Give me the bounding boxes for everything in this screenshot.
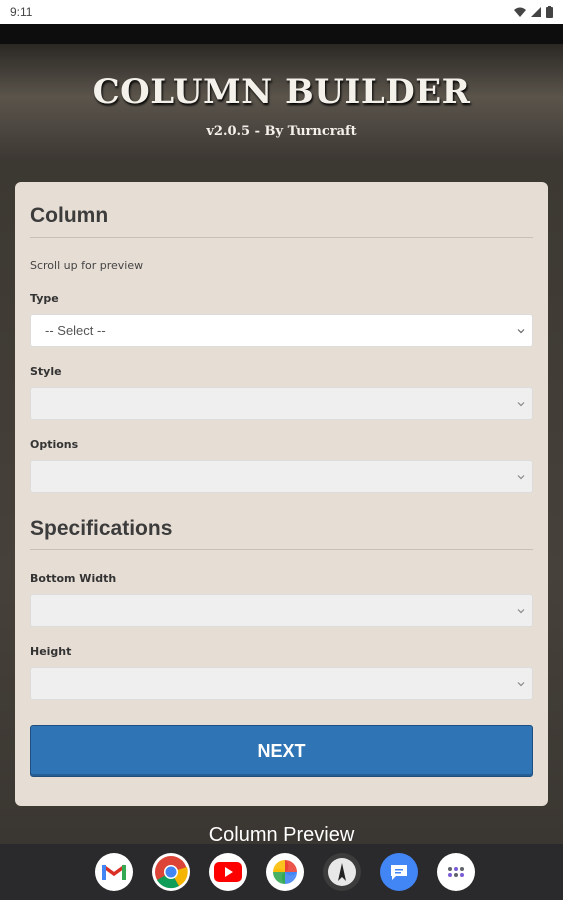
bottom-width-label: Bottom Width: [30, 572, 117, 585]
height-select[interactable]: [30, 667, 533, 700]
signal-icon: [531, 7, 541, 17]
options-select[interactable]: [30, 460, 533, 493]
column-section-title: Column: [30, 204, 109, 227]
app-drawer-icon[interactable]: [437, 853, 475, 891]
app-title: COLUMN BUILDER: [92, 72, 471, 112]
system-icons: [514, 6, 553, 18]
options-label: Options: [30, 438, 79, 451]
app-version: v2.0.5 - By Turncraft: [206, 124, 357, 139]
chevron-down-icon: [517, 609, 525, 614]
status-time: 9:11: [10, 5, 33, 19]
chevron-down-icon: [517, 402, 525, 407]
next-button[interactable]: NEXT: [30, 725, 533, 777]
android-dock: [0, 844, 563, 900]
wifi-icon: [514, 7, 526, 17]
specifications-divider: [30, 549, 533, 550]
type-label: Type: [30, 292, 59, 305]
app-icon[interactable]: [323, 853, 361, 891]
status-bar: 9:11: [0, 0, 563, 24]
chrome-icon[interactable]: [152, 853, 190, 891]
app-top-bar: [0, 24, 563, 44]
bottom-width-select[interactable]: [30, 594, 533, 627]
specifications-section-title: Specifications: [30, 517, 173, 540]
chevron-down-icon: [517, 329, 525, 334]
gmail-icon[interactable]: [95, 853, 133, 891]
column-section-divider: [30, 237, 533, 238]
chevron-down-icon: [517, 682, 525, 687]
preview-hint: Scroll up for preview: [30, 259, 144, 272]
builder-form-card: Column Scroll up for preview Type -- Sel…: [15, 182, 548, 806]
chevron-down-icon: [517, 475, 525, 480]
app-header: COLUMN BUILDER v2.0.5 - By Turncraft: [0, 44, 563, 162]
height-label: Height: [30, 645, 72, 658]
youtube-icon[interactable]: [209, 853, 247, 891]
style-select[interactable]: [30, 387, 533, 420]
photos-icon[interactable]: [266, 853, 304, 891]
style-label: Style: [30, 365, 62, 378]
type-select[interactable]: -- Select --: [30, 314, 533, 347]
messages-icon[interactable]: [380, 853, 418, 891]
battery-icon: [546, 6, 553, 18]
type-select-value: -- Select --: [45, 323, 106, 338]
